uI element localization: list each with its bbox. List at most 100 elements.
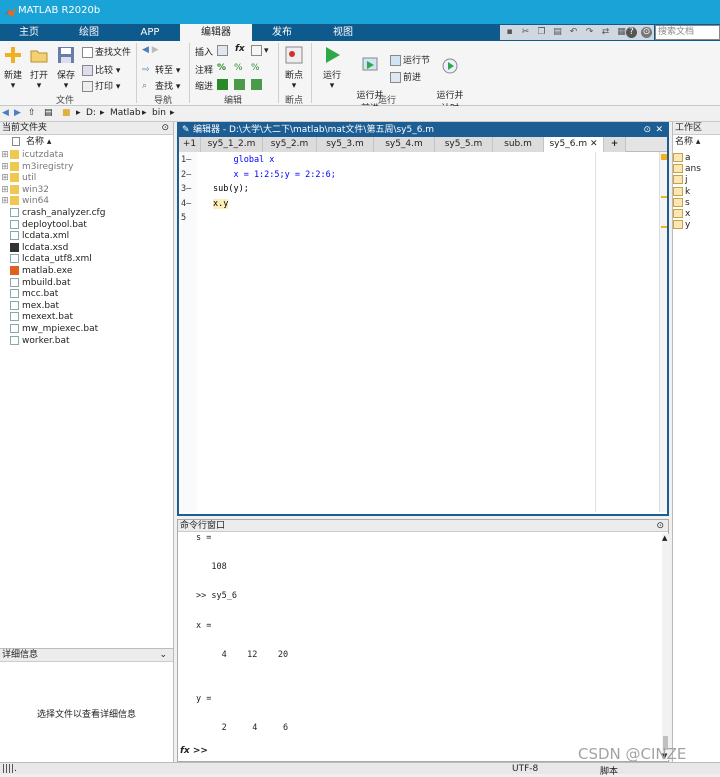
editor-tab[interactable]: sy5_5.m bbox=[435, 137, 493, 152]
run-section-button[interactable]: 运行节 bbox=[390, 53, 430, 66]
editor-tab[interactable]: sy5_3.m bbox=[317, 137, 374, 152]
folder-item[interactable]: ⊞ m3iregistry bbox=[0, 161, 74, 174]
workspace-variable[interactable]: ans bbox=[673, 164, 701, 175]
tab-overflow-button[interactable]: +1 bbox=[179, 137, 201, 152]
editor-tab[interactable]: sy5_4.m bbox=[374, 137, 435, 152]
help-icon[interactable]: ? bbox=[626, 27, 637, 38]
back-forward-arrows[interactable]: ◀ ▶ bbox=[142, 45, 159, 55]
find-files-button[interactable]: 查找文件 bbox=[82, 45, 131, 58]
folder-item[interactable]: ⊞ win64 bbox=[0, 196, 49, 208]
code-line[interactable]: global x bbox=[213, 155, 274, 165]
breadcrumb-bin[interactable]: bin bbox=[152, 108, 166, 118]
executable-line-dash[interactable]: — bbox=[186, 199, 191, 209]
file-item[interactable]: lcdata.xml bbox=[0, 231, 69, 243]
executable-line-dash[interactable]: — bbox=[186, 155, 191, 165]
search-documentation-input[interactable]: 搜索文档 bbox=[655, 25, 720, 40]
panel-menu-icon[interactable]: ⊙ bbox=[161, 122, 169, 135]
increase-indent-icon[interactable] bbox=[251, 79, 264, 90]
command-scrollbar[interactable]: ▲ ▼ bbox=[662, 534, 669, 760]
expand-icon[interactable]: ⊞ bbox=[0, 173, 10, 185]
folder-item[interactable]: ⊞ win32 bbox=[0, 184, 49, 197]
comment-button[interactable]: 注释 bbox=[195, 63, 213, 76]
back-arrow-icon[interactable]: ◀ bbox=[2, 108, 9, 118]
file-item[interactable]: mex.bat bbox=[0, 300, 59, 313]
comment-percent-icon[interactable]: % bbox=[217, 63, 226, 73]
close-tab-icon[interactable]: ✕ bbox=[587, 139, 598, 149]
paste-icon[interactable]: ▤ bbox=[552, 27, 563, 38]
insert-button[interactable]: 插入 bbox=[195, 45, 213, 58]
forward-arrow-icon[interactable]: ▶ bbox=[152, 45, 159, 55]
compare-button[interactable]: 比较 ▾ bbox=[82, 63, 120, 76]
uncomment-icon[interactable]: % bbox=[234, 63, 243, 73]
run-button[interactable]: 运行 ▾ bbox=[320, 45, 344, 91]
breadcrumb-drive[interactable]: D: bbox=[86, 108, 96, 118]
file-item[interactable]: worker.bat bbox=[0, 335, 70, 348]
insert-cell-icon[interactable]: ▾ bbox=[251, 45, 269, 56]
switch-window-icon[interactable]: ⇄ bbox=[600, 27, 611, 38]
warning-marker[interactable] bbox=[661, 226, 667, 228]
tab-home[interactable]: 主页 bbox=[0, 24, 58, 41]
code-line[interactable]: sub(y); bbox=[213, 184, 249, 194]
command-prompt[interactable]: fx >> bbox=[180, 746, 208, 756]
close-icon[interactable]: ✕ bbox=[655, 124, 663, 137]
warning-marker[interactable] bbox=[661, 196, 667, 198]
editor-tab[interactable]: sy5_2.m bbox=[263, 137, 317, 152]
redo-icon[interactable]: ↷ bbox=[584, 27, 595, 38]
file-item[interactable]: mcc.bat bbox=[0, 289, 58, 301]
code-line[interactable]: x.y bbox=[213, 198, 229, 209]
workspace-name-column[interactable]: 名称 ▴ bbox=[675, 136, 700, 149]
workspace-variable[interactable]: k bbox=[673, 186, 690, 198]
cut-icon[interactable]: ✂ bbox=[520, 27, 531, 38]
workspace-variable[interactable]: y bbox=[673, 220, 690, 231]
tab-plots[interactable]: 绘图 bbox=[58, 24, 120, 41]
expand-icon[interactable]: ⊞ bbox=[0, 185, 10, 197]
name-column-header[interactable]: 名称 ▴ bbox=[12, 136, 51, 149]
file-item[interactable]: lcdata.xsd bbox=[0, 242, 68, 255]
editor-tab[interactable]: sy5_1_2.m bbox=[201, 137, 263, 152]
tab-publish[interactable]: 发布 bbox=[252, 24, 312, 41]
expand-icon[interactable]: ⊞ bbox=[0, 162, 10, 174]
breadcrumb-matlab[interactable]: Matlab bbox=[110, 108, 141, 118]
undo-icon[interactable]: ↶ bbox=[568, 27, 579, 38]
workspace-variable[interactable]: s bbox=[673, 197, 690, 209]
back-arrow-icon[interactable]: ◀ bbox=[142, 45, 149, 55]
panel-menu-icon[interactable]: ⊙ bbox=[656, 520, 664, 532]
print-button[interactable]: 打印 ▾ bbox=[82, 79, 120, 92]
editor-tab[interactable]: sy5_6.m ✕ bbox=[544, 137, 604, 152]
editor-menu-icon[interactable]: ⊙ bbox=[643, 124, 651, 137]
tab-view[interactable]: 视图 bbox=[312, 24, 374, 41]
save-button[interactable]: 保存 ▾ bbox=[55, 45, 77, 91]
file-item[interactable]: mbuild.bat bbox=[0, 277, 71, 290]
workspace-variable[interactable]: x bbox=[673, 209, 690, 220]
workspace-variable[interactable]: a bbox=[673, 153, 691, 164]
community-icon[interactable]: ⊙ bbox=[641, 27, 652, 38]
save-icon[interactable]: ▪ bbox=[504, 27, 515, 38]
insert-section-icon[interactable] bbox=[217, 45, 230, 56]
expand-icon[interactable]: ⊞ bbox=[0, 150, 10, 162]
warning-indicator[interactable] bbox=[661, 154, 667, 160]
new-button[interactable]: 新建 ▾ bbox=[2, 45, 24, 91]
goto-button[interactable]: ⇨ 转至 ▾ bbox=[142, 63, 180, 76]
wrap-comments-icon[interactable]: % bbox=[251, 63, 260, 73]
copy-icon[interactable]: ❐ bbox=[536, 27, 547, 38]
tab-apps[interactable]: APP bbox=[120, 24, 180, 41]
browse-folder-icon[interactable]: ▤ bbox=[44, 108, 53, 118]
insert-function-button[interactable]: fx bbox=[235, 44, 245, 54]
scroll-up-icon[interactable]: ▲ bbox=[662, 534, 667, 542]
file-item[interactable]: deploytool.bat bbox=[0, 219, 87, 232]
file-item[interactable]: crash_analyzer.cfg bbox=[0, 208, 105, 220]
add-tab-button[interactable]: + bbox=[604, 137, 626, 152]
file-item[interactable]: matlab.exe bbox=[0, 266, 72, 278]
run-time-button[interactable]: 运行并 计时 bbox=[435, 45, 465, 114]
chevron-down-icon[interactable]: ⌄ bbox=[159, 649, 167, 662]
up-folder-icon[interactable]: ⇧ bbox=[28, 108, 36, 118]
folder-item[interactable]: ⊞ util bbox=[0, 173, 36, 185]
workspace-variable[interactable]: j bbox=[673, 175, 688, 186]
folder-item[interactable]: ⊞ icutzdata bbox=[0, 150, 64, 162]
file-item[interactable]: mexext.bat bbox=[0, 312, 73, 324]
breakpoints-button[interactable]: 断点 ▾ bbox=[282, 45, 306, 91]
forward-arrow-icon[interactable]: ▶ bbox=[14, 108, 21, 118]
code-area[interactable]: global x x = 1:2:5;y = 2:2:6; sub(y); x.y bbox=[197, 152, 659, 512]
executable-line-dash[interactable]: — bbox=[186, 184, 191, 194]
smart-indent-icon[interactable] bbox=[217, 79, 230, 90]
